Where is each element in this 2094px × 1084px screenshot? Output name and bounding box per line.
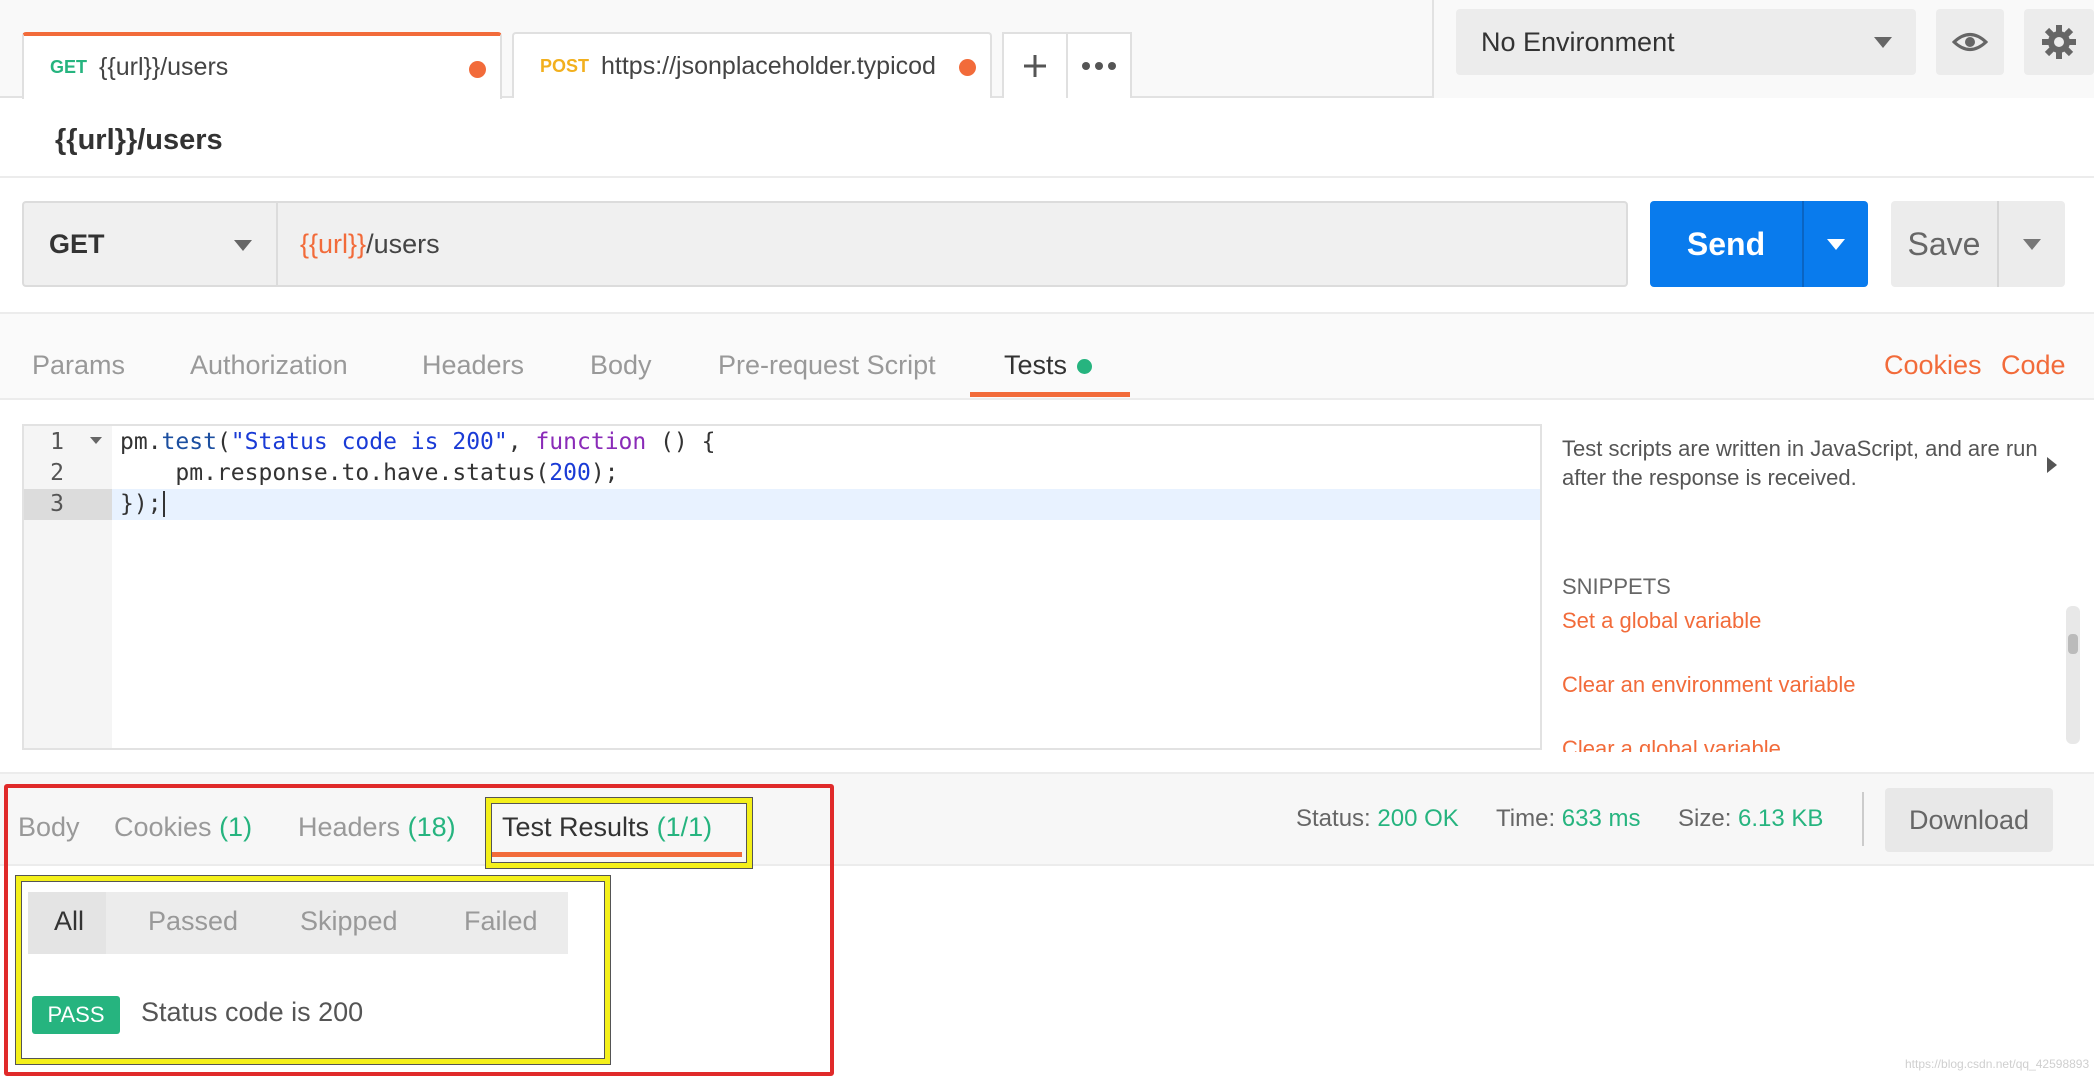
status-value: 200 OK [1377, 805, 1459, 832]
active-tab-underline [970, 392, 1130, 397]
unsaved-indicator [469, 61, 486, 78]
snippet-set-global-variable[interactable]: Set a global variable [1562, 608, 1761, 634]
annotation-yellow-box-results [16, 876, 610, 1064]
snippets-scrollbar[interactable] [2066, 606, 2080, 744]
watermark: https://blog.csdn.net/qq_42598893 [1905, 1057, 2090, 1071]
tab-tests[interactable]: Tests [1004, 350, 1093, 381]
snippets-heading: SNIPPETS [1562, 574, 1671, 599]
code-line-2[interactable]: pm.response.to.have.status(200); [120, 458, 618, 489]
url-input[interactable]: {{url}}/users [276, 201, 1628, 287]
snippet-clear-environment-variable[interactable]: Clear an environment variable [1562, 672, 1856, 698]
response-time: Time: 633 ms [1496, 805, 1640, 833]
tab-body[interactable]: Body [590, 350, 652, 381]
size-value: 6.13 KB [1738, 805, 1824, 832]
chevron-down-icon [234, 240, 252, 251]
tab-method: POST [540, 55, 590, 76]
cookies-link[interactable]: Cookies [1884, 350, 1982, 381]
snippet-clear-global-variable[interactable]: Clear a global variable [1562, 736, 1781, 752]
tab-params[interactable]: Params [32, 350, 125, 381]
environment-select[interactable]: No Environment [1456, 9, 1916, 75]
request-tab-post[interactable]: POST https://jsonplaceholder.typicod [512, 32, 992, 98]
new-tab-button[interactable] [1002, 32, 1068, 98]
collapse-panel-icon[interactable] [2047, 457, 2057, 473]
ellipsis-icon [1082, 62, 1116, 70]
code-line-3[interactable]: }); [120, 489, 165, 520]
tab-title: https://jsonplaceholder.typicod [601, 51, 936, 80]
tab-tests-label: Tests [1004, 350, 1068, 380]
unsaved-indicator [959, 59, 976, 76]
fold-caret-icon[interactable] [90, 437, 102, 444]
chevron-down-icon [2023, 239, 2041, 250]
gear-icon [2042, 25, 2076, 59]
request-tab-get-users[interactable]: GET {{url}}/users [22, 32, 502, 99]
line-number: 2 [50, 460, 64, 486]
line-number: 3 [50, 491, 64, 517]
plus-icon [1024, 55, 1046, 77]
tab-headers[interactable]: Headers [422, 350, 524, 381]
divider [0, 176, 2094, 178]
status-label: Status: [1296, 805, 1371, 832]
send-options-button[interactable] [1802, 201, 1868, 287]
method-select[interactable]: GET [22, 201, 278, 287]
download-button[interactable]: Download [1885, 788, 2053, 852]
active-line-highlight [112, 489, 1540, 520]
more-tabs-button[interactable] [1066, 32, 1132, 98]
response-size: Size: 6.13 KB [1678, 805, 1823, 833]
tab-pre-request-script[interactable]: Pre-request Script [718, 350, 936, 381]
tests-description: Test scripts are written in JavaScript, … [1562, 436, 2038, 490]
response-status: Status: 200 OK [1296, 805, 1459, 833]
time-label: Time: [1496, 805, 1556, 832]
request-name[interactable]: {{url}}/users [55, 124, 223, 157]
time-value: 633 ms [1561, 805, 1641, 832]
send-button[interactable]: Send [1650, 201, 1802, 287]
size-label: Size: [1678, 805, 1732, 832]
chevron-down-icon [1874, 37, 1892, 48]
url-variable: {{url}} [300, 228, 367, 259]
method-value: GET [49, 228, 105, 259]
code-link[interactable]: Code [2001, 350, 2066, 381]
tab-title: {{url}}/users [99, 53, 229, 81]
line-number: 1 [50, 429, 64, 455]
snippets-scrollbar-thumb[interactable] [2068, 634, 2078, 654]
eye-icon [1952, 33, 1988, 51]
environment-quick-look-button[interactable] [1936, 9, 2004, 75]
tab-method: GET [50, 57, 88, 77]
url-path: /users [366, 228, 440, 259]
tab-authorization[interactable]: Authorization [190, 350, 348, 381]
annotation-yellow-box-results-tab [486, 798, 752, 868]
code-line-1[interactable]: pm.test("Status code is 200", function (… [120, 427, 715, 458]
tests-active-indicator [1077, 359, 1093, 375]
environment-selected: No Environment [1481, 26, 1675, 57]
snippet-list-clip: Clear a global variable [1562, 732, 2042, 752]
save-options-button[interactable] [1997, 201, 2065, 287]
save-button[interactable]: Save [1891, 201, 1997, 287]
chevron-down-icon [1827, 239, 1845, 250]
divider [1862, 792, 1864, 846]
settings-button[interactable] [2024, 9, 2094, 75]
